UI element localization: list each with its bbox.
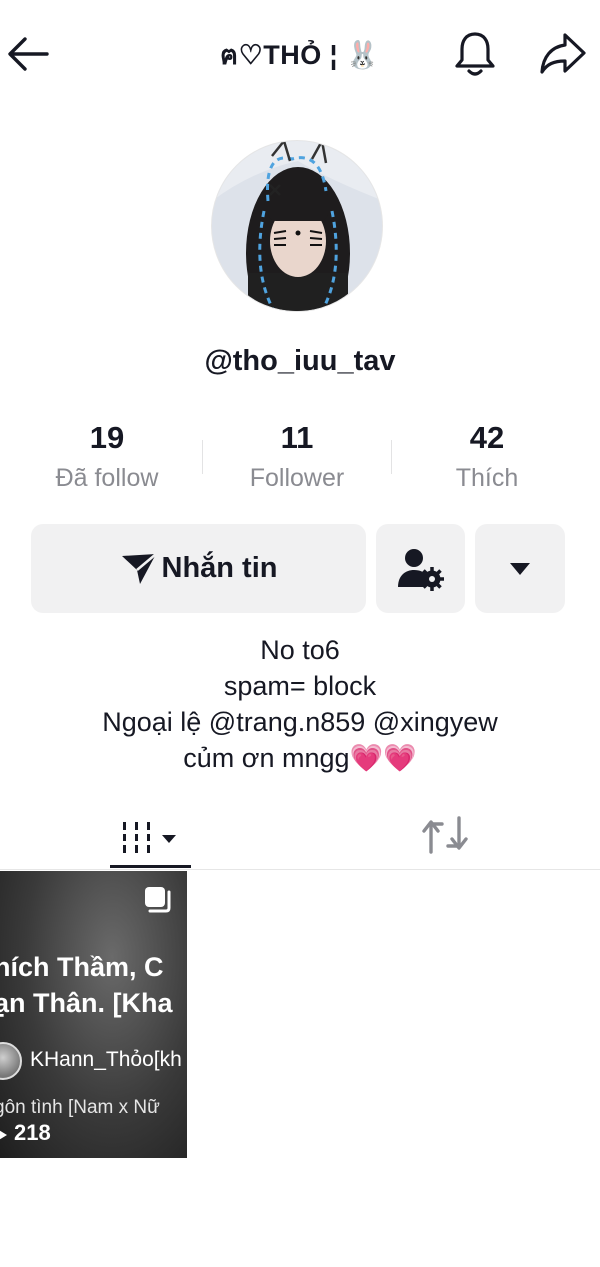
avatar[interactable] xyxy=(211,140,383,312)
tab-active-indicator xyxy=(110,865,191,868)
user-settings-icon xyxy=(397,548,444,591)
top-bar: ฅ♡THỎ ¦ 🐰 xyxy=(0,0,600,110)
send-icon xyxy=(121,552,157,584)
stat-divider xyxy=(202,440,203,474)
stat-followers-label: Follower xyxy=(249,464,345,492)
repost-icon xyxy=(422,816,468,854)
stat-following[interactable]: 19 Đã follow xyxy=(12,420,202,493)
multi-photo-icon xyxy=(142,884,174,921)
bio-line: Ngoại lệ @trang.n859 @xingyew xyxy=(102,707,498,737)
stats-row: 19 Đã follow 11 Follower 42 Thích xyxy=(0,420,600,500)
stat-following-count: 19 xyxy=(89,420,125,455)
stat-likes-count: 42 xyxy=(469,420,505,455)
tab-reposts[interactable] xyxy=(405,800,485,870)
more-dropdown-button[interactable] xyxy=(475,524,565,613)
bell-icon[interactable] xyxy=(448,26,502,80)
profile-bio: No to6 spam= block Ngoại lệ @trang.n859 … xyxy=(0,632,600,776)
add-friend-button[interactable] xyxy=(376,524,465,613)
bio-line: củm ơn mngg💗💗 xyxy=(183,743,417,773)
stat-followers-count: 11 xyxy=(280,420,314,455)
stat-following-label: Đã follow xyxy=(55,464,159,492)
tab-videos[interactable] xyxy=(110,800,190,870)
content-tabs xyxy=(0,800,600,870)
stat-followers[interactable]: 11 Follower xyxy=(202,420,392,493)
stat-divider xyxy=(391,440,392,474)
bio-line: spam= block xyxy=(223,671,377,701)
grid-sort-icon xyxy=(123,822,176,853)
share-icon[interactable] xyxy=(536,26,590,80)
stat-likes[interactable]: 42 Thích xyxy=(392,420,582,493)
message-button-label: Nhắn tin xyxy=(161,552,278,584)
username: @tho_iuu_tav xyxy=(204,345,396,377)
profile-title: ฅ♡THỎ ¦ 🐰 xyxy=(220,40,380,70)
caret-down-icon xyxy=(510,562,530,575)
message-button[interactable]: Nhắn tin xyxy=(31,524,366,613)
bio-line: No to6 xyxy=(260,635,340,665)
stat-likes-label: Thích xyxy=(455,464,519,492)
